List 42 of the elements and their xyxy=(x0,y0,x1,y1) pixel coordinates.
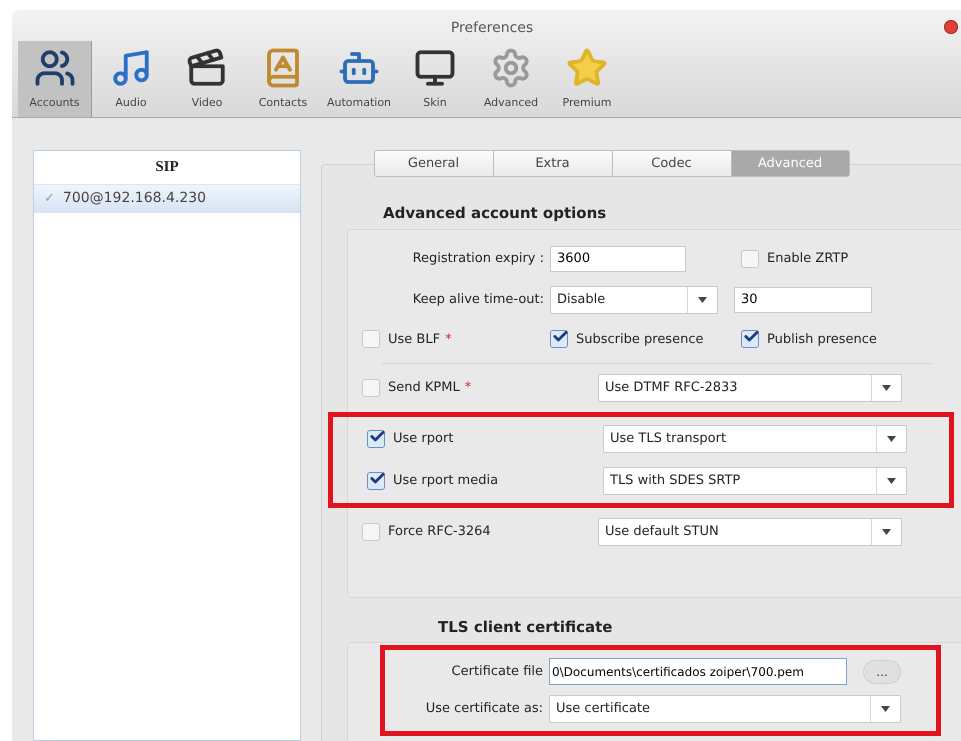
list-header: SIP xyxy=(155,158,179,177)
dropdown[interactable]: TLS with SDES SRTP xyxy=(603,467,907,495)
browse-button[interactable]: ... xyxy=(863,660,901,684)
dropdown[interactable]: Use DTMF RFC-2833 xyxy=(598,374,902,402)
toolbar-button[interactable]: Premium xyxy=(550,41,624,117)
input-field[interactable]: 30 xyxy=(734,286,872,312)
section-heading: Advanced account options xyxy=(383,203,608,224)
toolbar-button[interactable]: Advanced xyxy=(474,41,548,117)
checkbox-label: Use rport media xyxy=(393,472,498,490)
field-label: Certificate file xyxy=(450,662,544,681)
required-mark: * xyxy=(445,330,452,348)
toolbar-button[interactable]: Audio xyxy=(94,41,168,117)
checkbox-label: Publish presence xyxy=(767,330,877,348)
dropdown[interactable]: Use TLS transport xyxy=(603,425,907,453)
checkbox-label: Enable ZRTP xyxy=(767,250,848,268)
input-field[interactable]: 3600 xyxy=(550,246,686,272)
check-mark: ✓ xyxy=(44,190,55,208)
account-item[interactable]: ✓ 700@192.168.4.230 xyxy=(34,184,300,212)
account-name: 700@192.168.4.230 xyxy=(62,189,206,208)
toolbar-button[interactable]: Video xyxy=(170,41,244,117)
field-label: Use certificate as: xyxy=(424,700,544,718)
dropdown[interactable]: Use certificate xyxy=(549,695,901,723)
checkbox-label: Use rport xyxy=(393,430,454,448)
dropdown[interactable]: Disable xyxy=(550,286,718,314)
checkbox-label: Use BLF xyxy=(388,330,440,348)
required-mark: * xyxy=(464,379,472,398)
field-label: Registration expiry : xyxy=(412,250,545,268)
toolbar-button[interactable]: Accounts xyxy=(18,41,92,117)
section-heading: TLS client certificate xyxy=(438,616,614,638)
tab[interactable]: General xyxy=(374,150,492,177)
window-title: Preferences xyxy=(450,19,534,38)
checkbox-label: Send KPML xyxy=(388,379,460,398)
dropdown[interactable]: Use default STUN xyxy=(598,518,902,546)
input-field[interactable]: 0\Documents\certificados zoiper\700.pem xyxy=(549,658,847,685)
tab[interactable]: Extra xyxy=(492,150,612,177)
toolbar-button[interactable]: Contacts xyxy=(246,41,320,117)
field-label: Keep alive time-out: xyxy=(412,290,545,309)
checkbox-label: Subscribe presence xyxy=(576,330,704,348)
toolbar-button[interactable]: Skin xyxy=(398,41,472,117)
toolbar-button[interactable]: Automation xyxy=(322,41,396,117)
checkbox-label: Force RFC-3264 xyxy=(388,523,491,542)
tab[interactable]: Codec xyxy=(612,150,730,177)
